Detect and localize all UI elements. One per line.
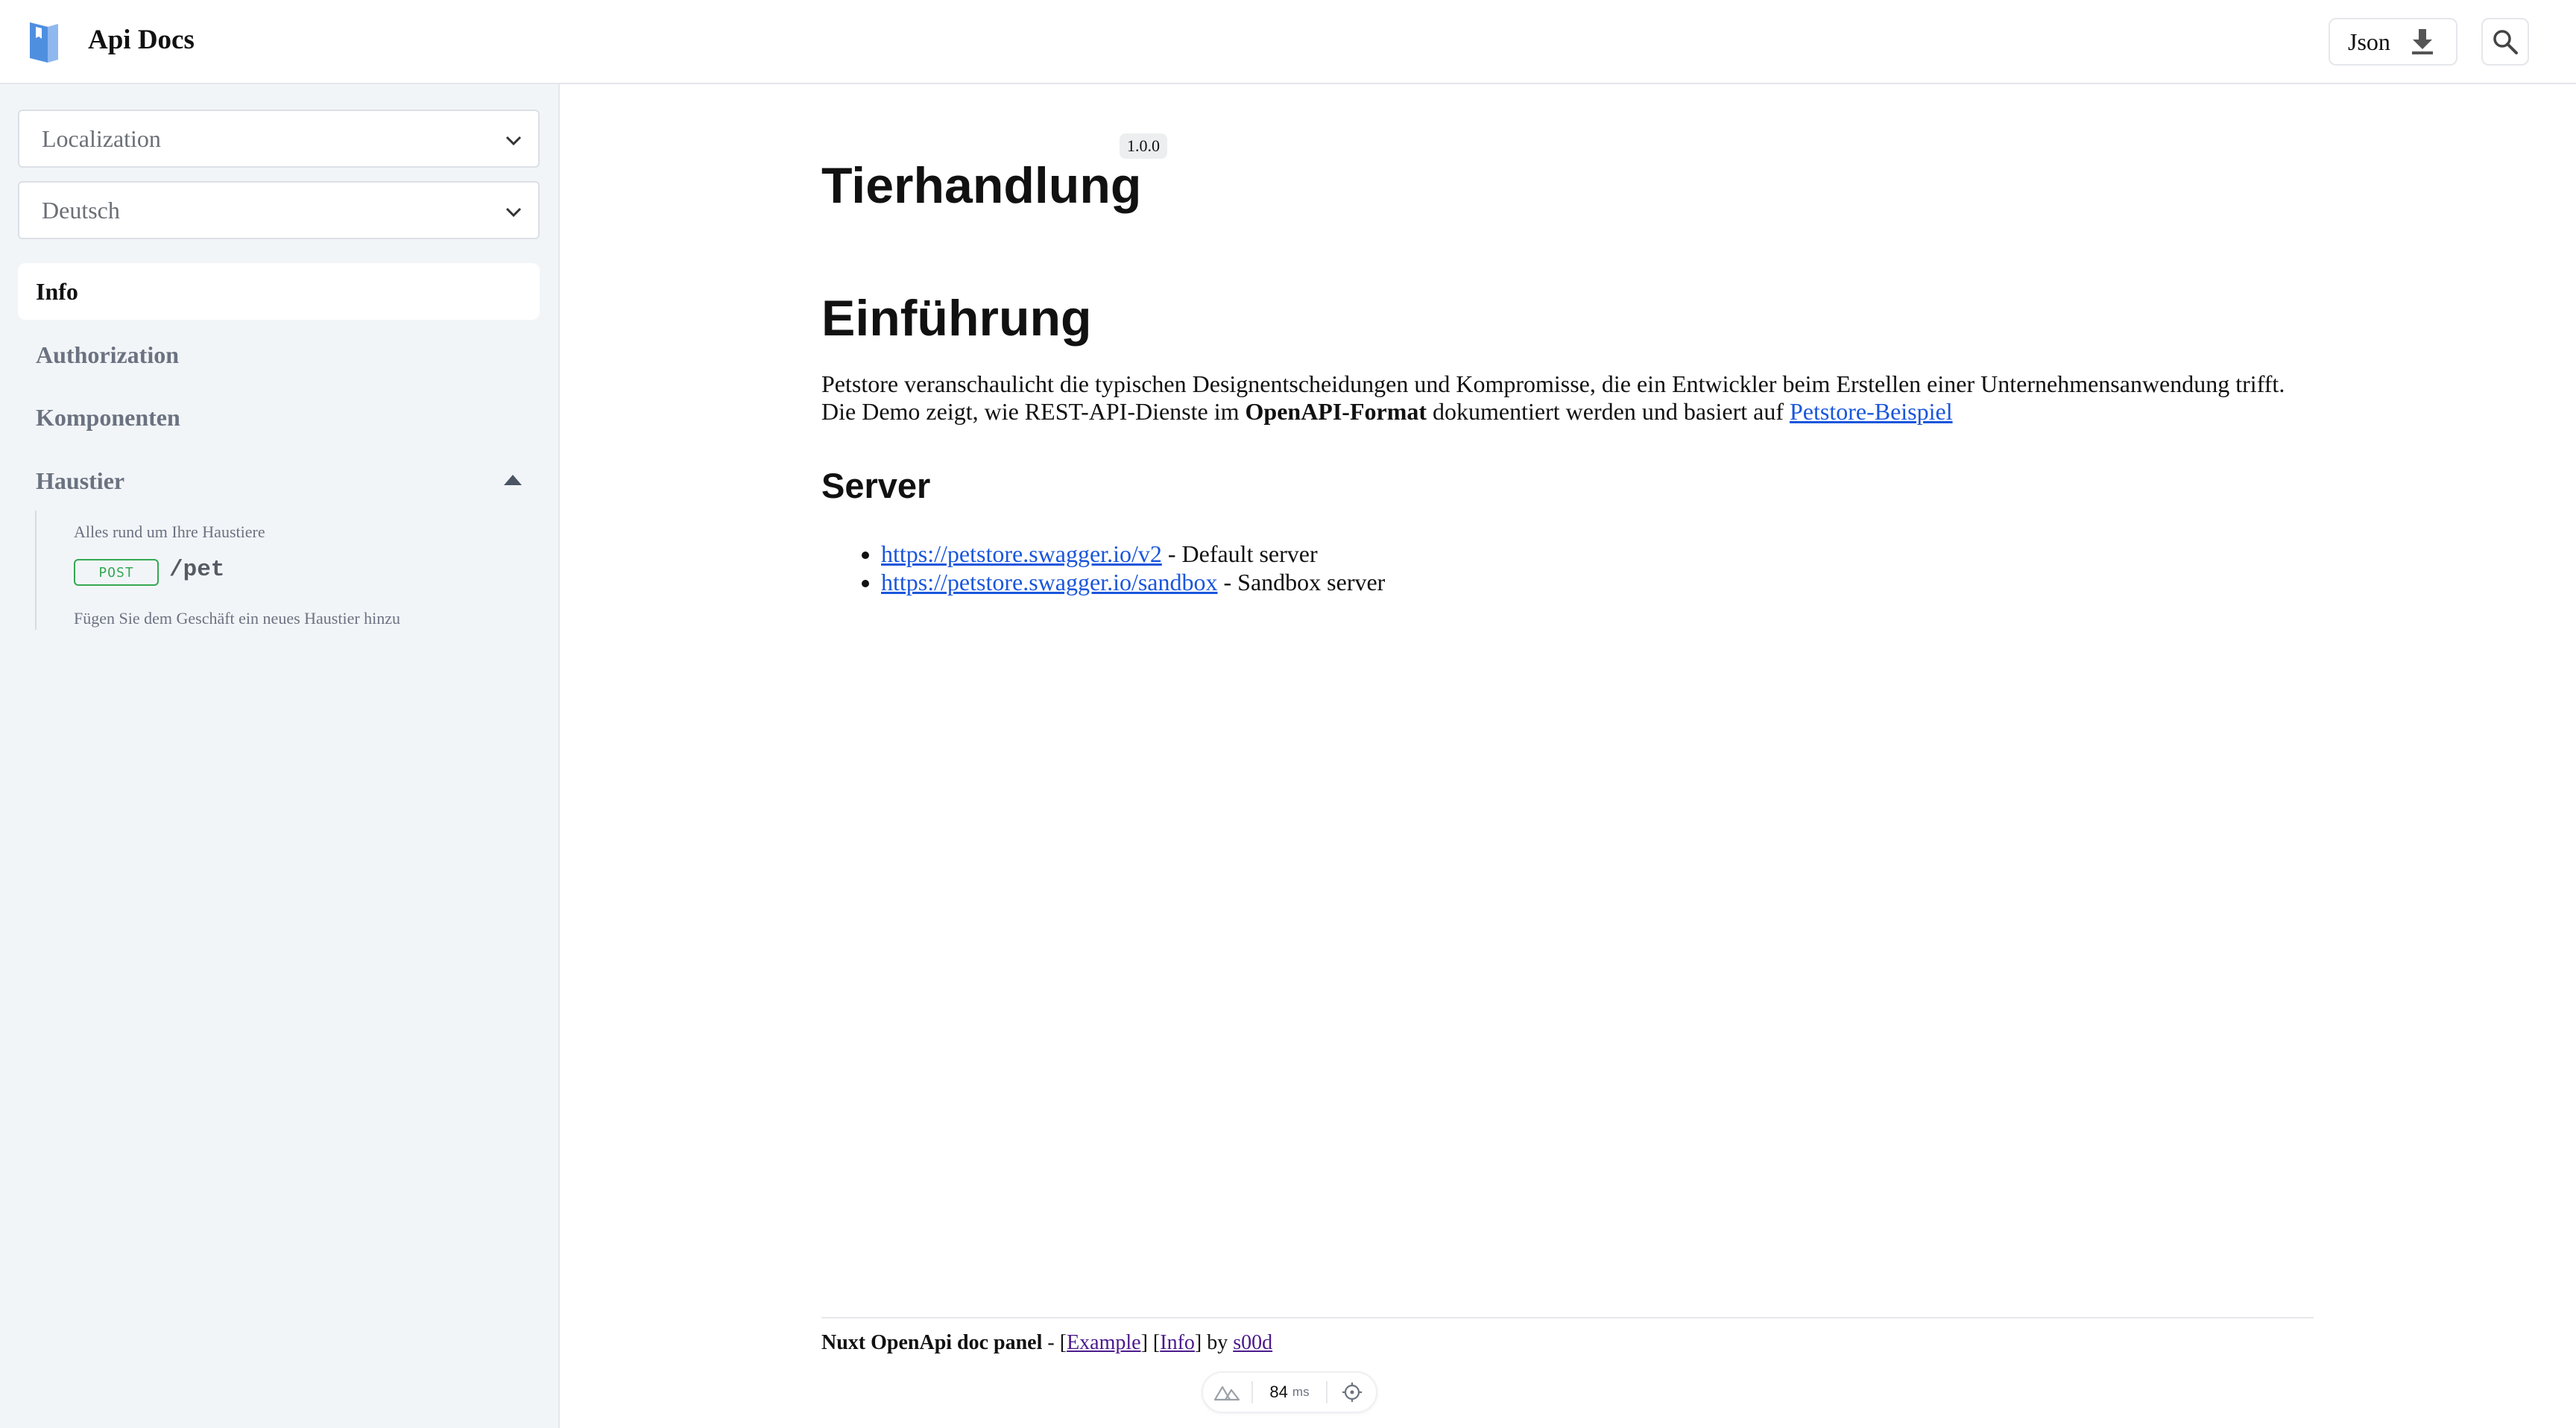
footer-sep: ] [ — [1140, 1331, 1161, 1354]
endpoint-summary: Fügen Sie dem Geschäft ein neues Haustie… — [74, 609, 401, 628]
intro-paragraph: Petstore veranschaulicht die typischen D… — [821, 370, 2312, 426]
chevron-down-icon — [505, 136, 522, 146]
post-method-badge[interactable]: POST — [74, 559, 159, 586]
footer-example-link[interactable]: Example — [1067, 1331, 1141, 1354]
sidebar-item-label: Info — [36, 277, 78, 305]
nuxt-devtools-pill[interactable]: 84 ms — [1202, 1371, 1377, 1413]
group-description: Alles rund um Ihre Haustiere — [74, 522, 265, 541]
server-description: - Default server — [1161, 540, 1318, 567]
top-bar: Api Docs Json — [0, 0, 2576, 84]
sidebar-item-label: Authorization — [36, 341, 179, 368]
render-time-unit: ms — [1292, 1385, 1310, 1399]
json-button-label: Json — [2348, 28, 2390, 55]
intro-line-2-end: dokumentiert werden und basiert auf — [1427, 398, 1790, 425]
footer-sep: ] by — [1194, 1331, 1234, 1354]
download-icon — [2411, 29, 2433, 54]
servers-heading: Server — [821, 466, 931, 505]
render-time-value: 84 — [1269, 1383, 1288, 1401]
search-icon — [2493, 30, 2518, 54]
footer-author-link[interactable]: s00d — [1233, 1331, 1272, 1354]
footer-divider — [821, 1317, 2314, 1318]
localization-select-value: Localization — [42, 124, 161, 152]
footer-brand: Nuxt OpenApi doc panel — [821, 1331, 1043, 1354]
language-select[interactable]: Deutsch — [18, 181, 540, 239]
petstore-example-link[interactable]: Petstore-Beispiel — [1790, 398, 1953, 425]
page-title: Tierhandlung — [821, 157, 1142, 214]
intro-line-1: Petstore veranschaulicht die typischen D… — [821, 370, 2285, 397]
version-badge: 1.0.0 — [1120, 133, 1167, 159]
sidebar-item-label: Komponenten — [36, 403, 180, 431]
openapi-format-bold: OpenAPI-Format — [1245, 398, 1427, 425]
sidebar-item-haustier[interactable]: Haustier — [18, 452, 540, 509]
sidebar-item-info[interactable]: Info — [18, 263, 540, 320]
haustier-endpoints-group: Alles rund um Ihre Haustiere POST /pet F… — [35, 511, 527, 630]
footer-sep: - [ — [1042, 1331, 1067, 1354]
app-title: Api Docs — [88, 25, 195, 55]
servers-list: https://petstore.swagger.io/v2 - Default… — [881, 540, 1385, 596]
collapse-caret-icon[interactable] — [504, 475, 522, 485]
language-select-value: Deutsch — [42, 196, 120, 224]
endpoint-path-link[interactable]: /pet — [169, 557, 224, 583]
server-url-link[interactable]: https://petstore.swagger.io/sandbox — [881, 569, 1218, 595]
sidebar-item-komponenten[interactable]: Komponenten — [18, 389, 540, 446]
localization-select[interactable]: Localization — [18, 110, 540, 168]
server-url-link[interactable]: https://petstore.swagger.io/v2 — [881, 540, 1162, 567]
sidebar-item-authorization[interactable]: Authorization — [18, 326, 540, 383]
footer: Nuxt OpenApi doc panel - [Example] [Info… — [821, 1331, 1272, 1355]
chevron-down-icon — [505, 207, 522, 218]
server-item: https://petstore.swagger.io/sandbox - Sa… — [881, 568, 1385, 596]
sidebar-item-label: Haustier — [36, 467, 125, 494]
sidebar: Localization Deutsch Info Authorization … — [0, 84, 560, 1428]
nuxt-logo-icon[interactable] — [1203, 1373, 1251, 1412]
intro-line-2-start: Die Demo zeigt, wie REST-API-Dienste im — [821, 398, 1246, 425]
book-logo-icon — [30, 22, 58, 63]
server-item: https://petstore.swagger.io/v2 - Default… — [881, 540, 1385, 568]
render-time: 84 ms — [1253, 1373, 1326, 1412]
footer-info-link[interactable]: Info — [1160, 1331, 1195, 1354]
download-json-button[interactable]: Json — [2329, 18, 2457, 66]
intro-heading: Einführung — [821, 290, 1092, 347]
search-button[interactable] — [2481, 18, 2529, 66]
inspect-target-icon[interactable] — [1328, 1373, 1376, 1412]
server-description: - Sandbox server — [1217, 569, 1386, 595]
